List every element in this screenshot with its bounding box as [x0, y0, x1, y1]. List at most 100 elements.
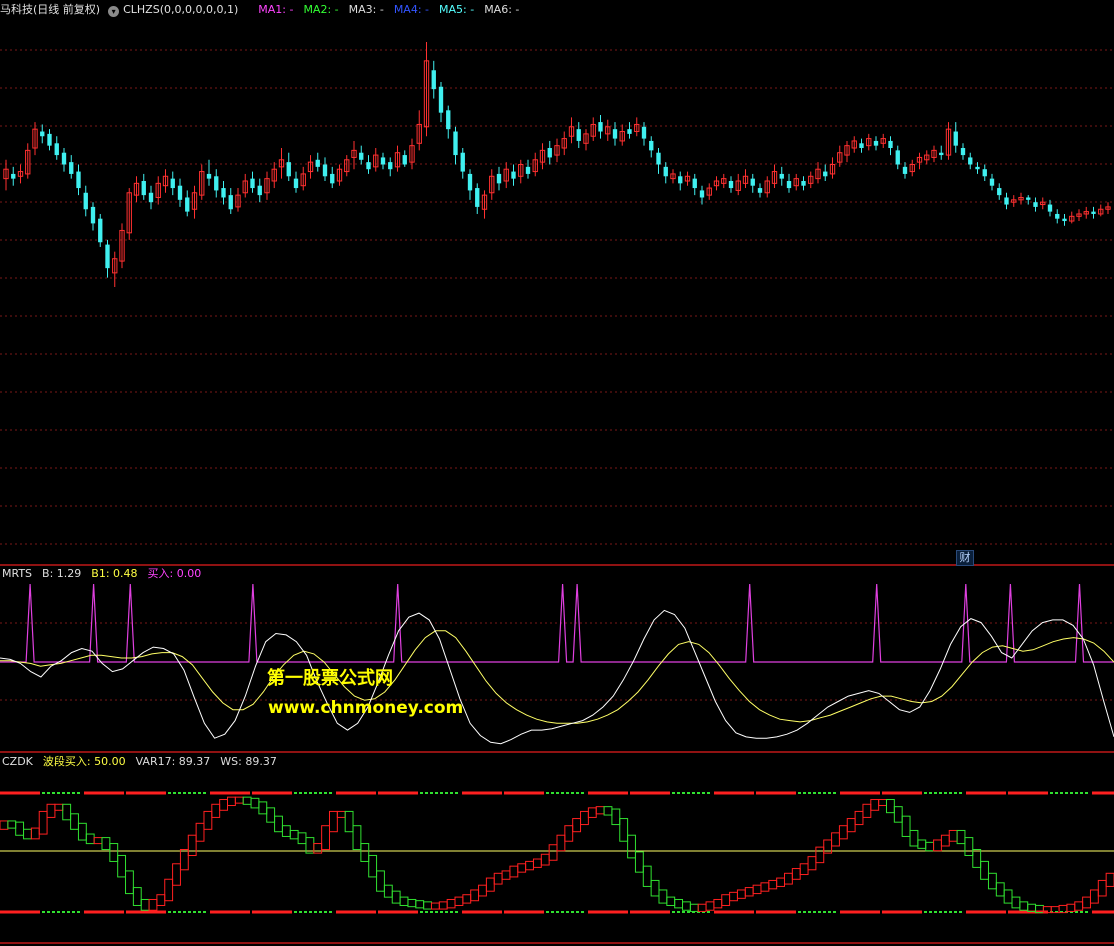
- candle-body: [960, 148, 966, 156]
- czdk-step: [815, 846, 825, 864]
- ma-item-2: MA3: -: [348, 3, 384, 16]
- czdk-step: [470, 889, 480, 902]
- candle-body: [467, 173, 473, 191]
- czdk-step: [509, 865, 519, 878]
- czdk-item-0: 波段买入: 50.00: [42, 755, 126, 768]
- ma-item-0: MA1: -: [258, 3, 294, 16]
- czdk-item-2: WS: 89.37: [220, 755, 277, 768]
- czdk-step: [878, 799, 887, 807]
- czdk-step: [46, 803, 56, 818]
- czdk-step: [987, 872, 997, 890]
- czdk-step: [697, 903, 707, 912]
- candle-body: [511, 171, 516, 179]
- czdk-step: [893, 806, 903, 823]
- czdk-step: [38, 810, 48, 835]
- czdk-step: [117, 854, 127, 878]
- czdk-step: [1066, 903, 1076, 912]
- finance-badge[interactable]: 财: [956, 550, 974, 566]
- candle-body: [728, 180, 734, 189]
- czdk-step: [266, 807, 276, 823]
- candle-body: [953, 131, 958, 146]
- czdk-step: [556, 834, 566, 852]
- czdk-step: [595, 806, 605, 815]
- czdk-step: [744, 887, 754, 897]
- czdk-step: [1027, 903, 1037, 912]
- chart-canvas[interactable]: [0, 0, 1114, 946]
- candle-body: [656, 152, 661, 165]
- candle-body: [888, 140, 893, 149]
- czdk-step: [446, 898, 456, 909]
- czdk-step: [768, 879, 778, 890]
- czdk-panel: [0, 791, 1114, 914]
- czdk-step: [925, 841, 935, 852]
- czdk-step: [1003, 889, 1013, 904]
- czdk-step: [93, 837, 103, 845]
- candle-body: [90, 206, 96, 224]
- chevron-down-icon[interactable]: ▾: [108, 6, 120, 17]
- candle-body: [388, 162, 393, 170]
- czdk-step: [219, 799, 229, 811]
- mrts-legend: B: 1.29 B1: 0.48 买入: 0.00: [36, 567, 205, 580]
- candle-body: [250, 178, 255, 189]
- mrts-item-0: B: 1.29: [42, 567, 82, 580]
- czdk-step: [901, 815, 911, 837]
- mrts-b1-line: [0, 630, 1114, 724]
- czdk-step: [776, 877, 786, 887]
- czdk-step: [462, 894, 472, 904]
- czdk-step: [172, 863, 181, 886]
- candle-body: [148, 192, 154, 203]
- candle-body: [446, 110, 451, 130]
- czdk-step: [297, 832, 307, 845]
- czdk-step: [619, 818, 629, 842]
- czdk-step: [642, 865, 652, 887]
- candle-body: [699, 190, 705, 198]
- candle-body: [206, 173, 212, 179]
- czdk-step: [580, 810, 589, 826]
- czdk-step: [933, 839, 942, 852]
- czdk-step: [862, 803, 872, 818]
- candle-body: [83, 192, 88, 210]
- czdk-header: CZDK 波段买入: 50.00 VAR17: 89.37 WS: 89.37: [0, 754, 285, 770]
- candle-body: [612, 129, 618, 139]
- czdk-step: [658, 889, 668, 904]
- czdk-step: [948, 829, 958, 842]
- czdk-step: [344, 810, 354, 833]
- czdk-step: [1082, 896, 1091, 909]
- czdk-step: [132, 887, 142, 906]
- candle-body: [330, 173, 335, 184]
- candle-body: [61, 152, 67, 165]
- candle-body: [460, 152, 465, 172]
- czdk-legend: 波段买入: 50.00 VAR17: 89.37 WS: 89.37: [37, 755, 281, 768]
- czdk-step: [227, 796, 236, 807]
- candle-body: [40, 131, 45, 137]
- czdk-step: [493, 872, 503, 885]
- candle-body: [257, 185, 262, 196]
- czdk-step: [328, 810, 338, 833]
- czdk-step: [313, 843, 323, 854]
- mrts-panel: [0, 583, 1114, 745]
- czdk-step: [682, 901, 691, 911]
- czdk-step: [109, 843, 119, 862]
- candle-body: [366, 162, 371, 170]
- czdk-step: [1011, 896, 1021, 909]
- czdk-step: [917, 839, 927, 849]
- czdk-step: [0, 820, 9, 830]
- candle-body: [968, 157, 973, 165]
- candle-body: [453, 131, 458, 156]
- candle-body: [221, 188, 226, 198]
- candle-body: [185, 197, 190, 212]
- czdk-step: [634, 851, 644, 873]
- czdk-step: [77, 822, 87, 841]
- candle-body: [779, 173, 784, 179]
- czdk-step: [211, 803, 221, 818]
- candle-body: [859, 143, 864, 149]
- czdk-step: [627, 834, 636, 859]
- ma-legend: MA1: - MA2: - MA3: - MA4: - MA5: - MA6: -: [252, 3, 523, 16]
- candle-body: [286, 162, 291, 177]
- candle-body: [902, 166, 908, 174]
- czdk-step: [995, 882, 1005, 897]
- czdk-step: [281, 825, 291, 837]
- czdk-step: [611, 808, 621, 826]
- candle-body: [141, 180, 146, 196]
- czdk-step: [321, 825, 330, 851]
